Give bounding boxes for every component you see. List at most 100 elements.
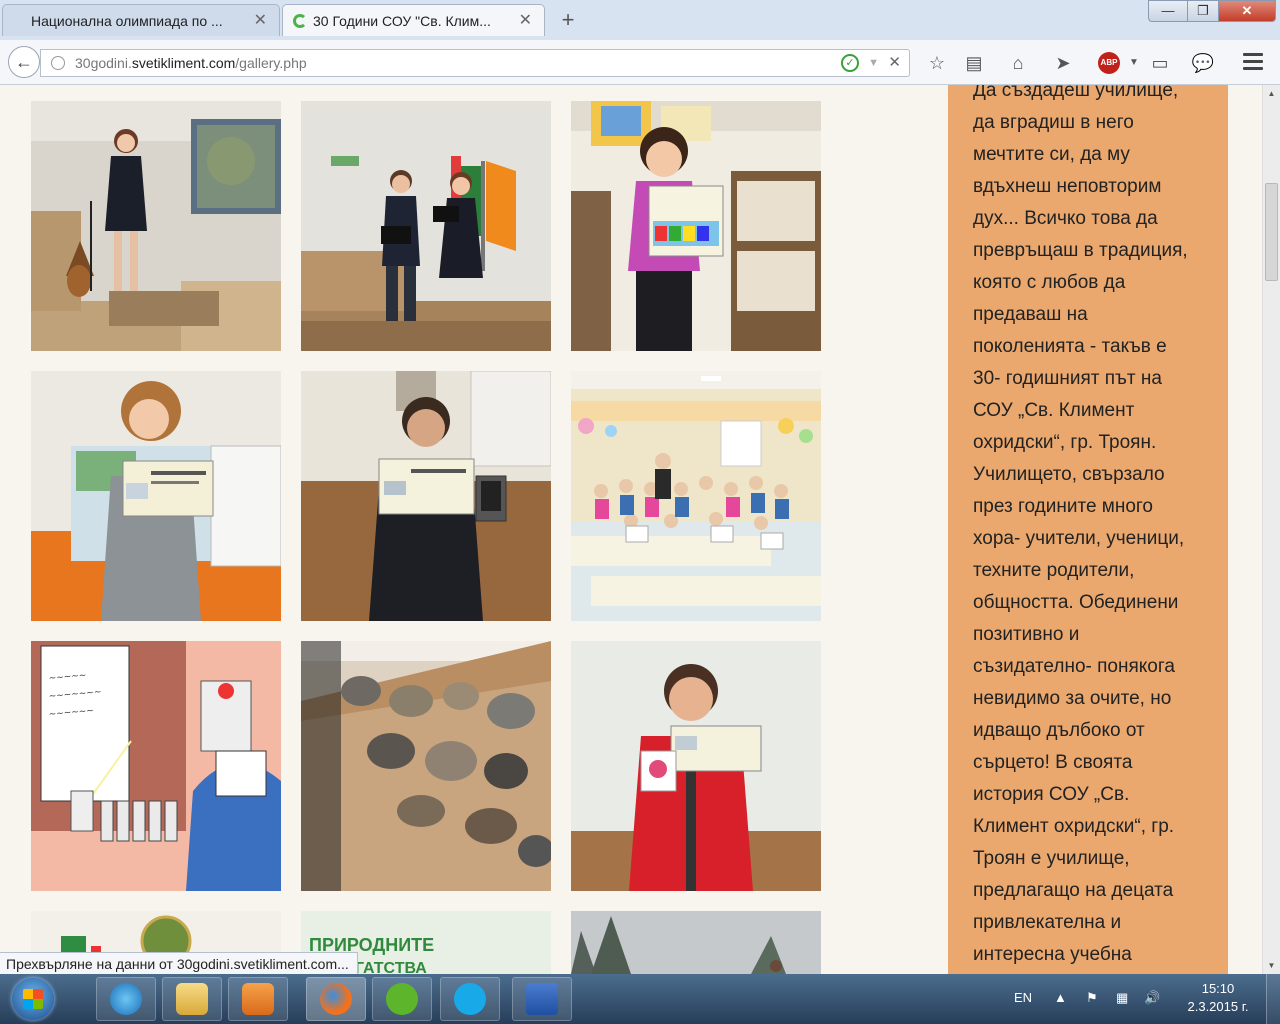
sidebar-line: предлагащо на децата xyxy=(973,880,1174,901)
page-scrollbar[interactable]: ▲ ▼ xyxy=(1262,85,1280,974)
gallery-photo-class-group[interactable] xyxy=(571,371,821,621)
send-icon[interactable]: ➤ xyxy=(1050,50,1076,76)
sidebar-line: вдъхнеш неповторим xyxy=(973,176,1162,197)
sidebar-line: през годините много xyxy=(973,496,1153,517)
clock-date: 2.3.2015 г. xyxy=(1187,999,1249,1014)
sidebar-line: хора- учители, ученици, xyxy=(973,528,1185,549)
stop-icon[interactable]: ✕ xyxy=(888,50,901,76)
sidebar-line: 30- годишният път на xyxy=(973,368,1162,389)
gallery-photo-boy-red-jacket[interactable] xyxy=(571,641,821,891)
tab-title: 30 Години СОУ "Св. Клим... xyxy=(313,13,491,29)
tab-30-godini[interactable]: 30 Години СОУ "Св. Клим... ✕ xyxy=(282,4,545,36)
scroll-thumb[interactable] xyxy=(1265,183,1278,281)
reading-list-icon[interactable]: ▤ xyxy=(961,50,987,76)
tab-olympiad[interactable]: Национална олимпиада по ... ✕ xyxy=(2,4,280,36)
taskbar-word[interactable] xyxy=(512,977,572,1021)
bookmark-star-icon[interactable]: ☆ xyxy=(924,50,950,76)
action-center-flag-icon[interactable]: ⚑ xyxy=(1086,990,1098,1006)
sidebar-line: мечтите си, да му xyxy=(973,144,1130,165)
sidebar-line: съзидателно- понякога xyxy=(973,656,1175,677)
taskbar-utorrent[interactable] xyxy=(372,977,432,1021)
sidebar-line: техните родители, xyxy=(973,560,1135,581)
volume-icon[interactable]: 🔊 xyxy=(1144,990,1160,1006)
network-icon[interactable]: ▦ xyxy=(1116,990,1128,1006)
tab-close-icon[interactable]: ✕ xyxy=(254,5,267,36)
sidebar-line: Да създадеш училище, xyxy=(973,85,1179,101)
show-desktop-button[interactable] xyxy=(1266,974,1280,1024)
internet-explorer-icon xyxy=(110,983,142,1015)
sidebar-text-box: Да създадеш училище, да вградиш в него м… xyxy=(948,85,1228,974)
url-text: 30godini.svetikliment.com/gallery.php xyxy=(75,50,307,76)
start-button[interactable] xyxy=(12,978,54,1020)
window-icon[interactable]: ▭ xyxy=(1147,50,1173,76)
clock-time: 15:10 xyxy=(1201,981,1235,996)
taskbar-skype[interactable] xyxy=(440,977,500,1021)
sidebar-line: охридски“, гр. Троян. xyxy=(973,432,1157,453)
sidebar-line: Троян е училище, xyxy=(973,848,1130,869)
sidebar-line: история СОУ „Св. xyxy=(973,784,1130,805)
home-icon[interactable]: ⌂ xyxy=(1005,50,1031,76)
sidebar-line: да вградиш в него xyxy=(973,112,1134,133)
gallery-photo-girl-diploma[interactable] xyxy=(571,101,821,351)
sidebar-line: Климент охридски“, гр. xyxy=(973,816,1175,837)
media-player-icon xyxy=(242,983,274,1015)
show-hidden-icons-icon[interactable]: ▲ xyxy=(1054,990,1067,1005)
gallery-photo-girl-certificate[interactable] xyxy=(31,371,281,621)
taskbar-firefox[interactable] xyxy=(306,977,366,1021)
status-bar: Прехвърляне на данни от 30godini.svetikl… xyxy=(0,952,358,976)
sidebar-line: общността. Обединени xyxy=(973,592,1179,613)
utorrent-icon xyxy=(386,983,418,1015)
new-tab-button[interactable]: + xyxy=(556,6,580,34)
minimize-button[interactable]: — xyxy=(1148,0,1188,22)
sidebar-line: привлекателна и xyxy=(973,912,1122,933)
sidebar-line: позитивно и xyxy=(973,624,1080,645)
taskbar-media-player[interactable] xyxy=(228,977,288,1021)
skype-icon xyxy=(454,983,486,1015)
sidebar-line: интересна учебна xyxy=(973,944,1132,965)
sidebar-line: поколенията - такъв е xyxy=(973,336,1167,357)
scroll-down-arrow-icon[interactable]: ▼ xyxy=(1263,957,1280,974)
menu-icon[interactable] xyxy=(1243,53,1263,74)
taskbar-internet-explorer[interactable] xyxy=(96,977,156,1021)
globe-icon xyxy=(51,56,65,70)
system-clock[interactable]: 15:10 2.3.2015 г. xyxy=(1180,980,1256,1016)
sidebar-line: идващо дълбоко от xyxy=(973,720,1145,741)
url-path: /gallery.php xyxy=(235,55,307,71)
sidebar-text: Да създадеш училище, да вградиш в него м… xyxy=(973,85,1213,971)
language-indicator[interactable]: EN xyxy=(1014,990,1032,1005)
navigation-toolbar: ← 30godini.svetikliment.com/gallery.php … xyxy=(0,40,1280,85)
maximize-button[interactable]: ❐ xyxy=(1187,0,1219,22)
gallery-photo-minerals[interactable] xyxy=(301,641,551,891)
loading-icon xyxy=(293,14,307,28)
folder-icon xyxy=(176,983,208,1015)
gallery-photo-robot-drawing[interactable]: ~~~~~ ~~~~~~~ ~~~~~~ xyxy=(31,641,281,891)
gallery-photo-singer[interactable] xyxy=(31,101,281,351)
tab-close-icon[interactable]: ✕ xyxy=(519,5,532,36)
address-bar[interactable]: 30godini.svetikliment.com/gallery.php ✓ … xyxy=(40,49,910,77)
firefox-icon xyxy=(320,983,352,1015)
gallery-photo-boy-certificate[interactable] xyxy=(301,371,551,621)
taskbar-file-explorer[interactable] xyxy=(162,977,222,1021)
sidebar-line: която с любов да xyxy=(973,272,1126,293)
sidebar-line: предаваш на xyxy=(973,304,1088,325)
sidebar-line: Училището, свързало xyxy=(973,464,1165,485)
sidebar-line: превръщаш в традиция, xyxy=(973,240,1188,261)
close-window-button[interactable]: ✕ xyxy=(1218,0,1276,22)
tab-title: Национална олимпиада по ... xyxy=(31,13,223,29)
chat-icon[interactable]: 💬 xyxy=(1190,50,1216,76)
page-content: ~~~~~ ~~~~~~~ ~~~~~~ ПРИРОДНИТЕ БОГАТСТВ… xyxy=(0,85,1262,974)
history-dropdown-icon[interactable]: ▼ xyxy=(868,50,879,76)
sidebar-line: СОУ „Св. Климент xyxy=(973,400,1135,421)
sidebar-line: невидимо за очите, но xyxy=(973,688,1172,709)
gallery-photo-presenters[interactable] xyxy=(301,101,551,351)
adblock-icon[interactable]: ABP xyxy=(1098,52,1120,74)
word-icon xyxy=(526,983,558,1015)
url-prefix: 30godini. xyxy=(75,55,132,71)
sidebar-line: сърцето! В своята xyxy=(973,752,1133,773)
gallery-photo-trees[interactable] xyxy=(571,911,821,974)
back-button[interactable]: ← xyxy=(8,46,40,78)
verified-check-icon[interactable]: ✓ xyxy=(841,54,859,72)
scroll-up-arrow-icon[interactable]: ▲ xyxy=(1263,85,1280,102)
adblock-dropdown-icon[interactable]: ▼ xyxy=(1121,50,1147,76)
sidebar-line: дух... Всичко това да xyxy=(973,208,1158,229)
